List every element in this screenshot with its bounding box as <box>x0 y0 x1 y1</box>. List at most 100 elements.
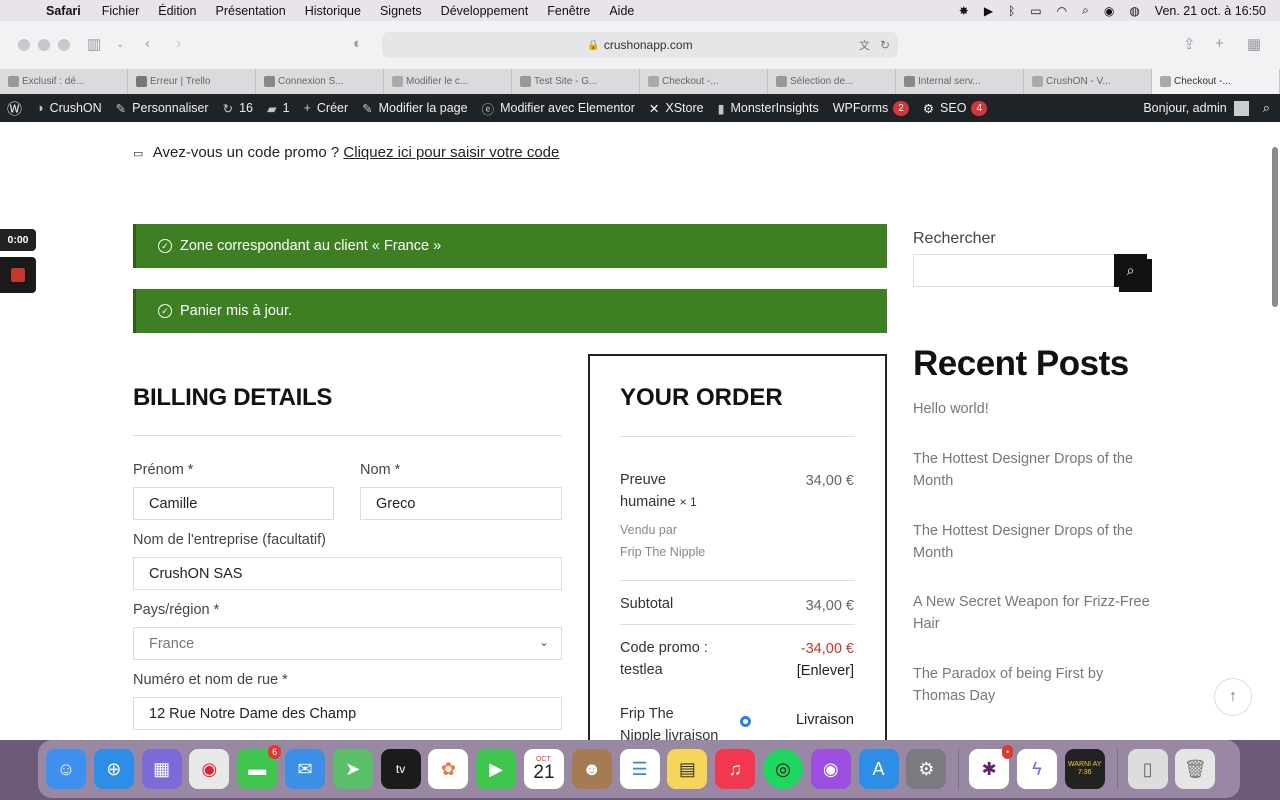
recent-post-link[interactable]: The Hottest Designer Drops of the Month <box>913 520 1153 564</box>
wp-monsterinsights[interactable]: ▮ MonsterInsights <box>718 101 819 116</box>
recent-post-link[interactable]: Hello world! <box>913 398 1153 420</box>
wp-account-greeting[interactable]: Bonjour, admin <box>1143 101 1226 115</box>
notes-icon[interactable]: ▤ <box>667 749 708 789</box>
firstname-field[interactable]: Camille <box>133 487 334 520</box>
tab-item-active[interactable]: Checkout -... <box>1152 69 1280 94</box>
menu-fenetre[interactable]: Fenêtre <box>547 4 590 18</box>
spotlight-search-icon[interactable]: ⌕ <box>1082 3 1089 18</box>
vendor-name[interactable]: Frip The Nipple <box>620 545 705 559</box>
tab-item[interactable]: Connexion S... <box>256 69 384 94</box>
facetime-icon[interactable]: ▶ <box>476 749 517 789</box>
recent-post-link[interactable]: The Paradox of being First by Thomas Day <box>913 663 1153 707</box>
back-arrow-icon[interactable]: ‹ <box>145 35 150 52</box>
podcasts-icon[interactable]: ◉ <box>810 749 851 789</box>
wp-seo[interactable]: ⚙ SEO 4 <box>923 100 988 116</box>
page-scrollbar[interactable] <box>1270 122 1280 740</box>
maps-icon[interactable]: ➤ <box>332 749 373 789</box>
privacy-shield-icon[interactable]: ◐ <box>353 35 362 52</box>
menu-fichier[interactable]: Fichier <box>102 4 140 18</box>
menu-signets[interactable]: Signets <box>380 4 422 18</box>
reminders-icon[interactable]: ☰ <box>619 749 660 789</box>
search-input[interactable] <box>913 254 1115 287</box>
share-icon[interactable]: ⇪ <box>1183 35 1196 53</box>
menu-edition[interactable]: Édition <box>158 4 196 18</box>
control-center-icon[interactable]: ◉ <box>1104 4 1114 18</box>
wp-new-content[interactable]: + Créer <box>304 101 349 115</box>
system-preferences-icon[interactable]: ⚙ <box>906 749 947 789</box>
sidebar-chevron-icon[interactable]: ⌄ <box>116 39 124 50</box>
remove-coupon-link[interactable]: [Enlever] <box>797 663 854 679</box>
trash-icon[interactable]: 🗑 <box>1175 749 1216 789</box>
slack-icon[interactable]: ✱ • <box>969 745 1014 789</box>
country-select[interactable]: France ⌄ <box>133 627 562 660</box>
chrome-icon[interactable]: ◉ <box>189 749 230 789</box>
mail-icon[interactable]: ✉ <box>284 749 325 789</box>
siri-icon[interactable]: ◍ <box>1129 4 1139 18</box>
tab-item[interactable]: Modifier le c... <box>384 69 512 94</box>
gear-status-icon[interactable]: ✸ <box>959 4 969 18</box>
shipping-option[interactable]: Livraison <box>796 712 854 728</box>
minimize-window-button[interactable] <box>38 39 50 51</box>
avatar[interactable] <box>1233 100 1249 116</box>
messenger-icon[interactable]: ϟ <box>1016 749 1057 789</box>
tab-overview-icon[interactable]: ▦ <box>1247 35 1261 53</box>
back-to-top-button[interactable]: ↑ <box>1214 678 1252 716</box>
translate-icon[interactable]: 文 <box>859 37 870 53</box>
close-window-button[interactable] <box>18 39 30 51</box>
street-field[interactable]: 12 Rue Notre Dame des Champ <box>133 697 562 730</box>
play-status-icon[interactable]: ▶ <box>984 4 993 18</box>
wp-wpforms[interactable]: WPForms 2 <box>833 100 909 116</box>
bluetooth-icon[interactable]: ᛒ <box>1008 4 1015 18</box>
tab-item[interactable]: Erreur | Trello <box>128 69 256 94</box>
menu-app-name[interactable]: Safari <box>46 4 81 18</box>
tab-item[interactable]: Sélection de... <box>768 69 896 94</box>
battery-icon[interactable]: ▭ <box>1030 4 1041 18</box>
recording-stop-button[interactable] <box>0 257 36 293</box>
lastname-field[interactable]: Greco <box>360 487 562 520</box>
shipping-radio[interactable] <box>740 716 751 727</box>
messages-icon[interactable]: ▬ 6 <box>237 745 282 789</box>
forward-arrow-icon[interactable]: › <box>176 35 181 52</box>
new-tab-icon[interactable]: + <box>1215 35 1224 52</box>
search-button[interactable]: ⌕ <box>1114 254 1147 287</box>
menu-aide[interactable]: Aide <box>609 4 634 18</box>
menu-historique[interactable]: Historique <box>305 4 361 18</box>
wordpress-logo-icon[interactable]: Ⓦ <box>7 98 22 119</box>
menubar-datetime[interactable]: Ven. 21 oct. à 16:50 <box>1155 4 1266 18</box>
music-icon[interactable]: ♫ <box>715 749 756 789</box>
app-store-icon[interactable]: A <box>858 749 899 789</box>
tab-item[interactable]: CrushON - V... <box>1024 69 1152 94</box>
sidebar-toggle-icon[interactable]: ▥ <box>87 35 101 53</box>
wp-edit-page[interactable]: ✎ Modifier la page <box>362 101 467 116</box>
safari-icon[interactable]: ⊕ <box>93 749 134 789</box>
company-field[interactable]: CrushON SAS <box>133 557 562 590</box>
reload-icon[interactable]: ↻ <box>880 38 890 52</box>
tab-item[interactable]: Exclusif : dé... <box>0 69 128 94</box>
calendar-icon[interactable]: OCT. 21 <box>523 749 564 789</box>
menu-developpement[interactable]: Développement <box>441 4 529 18</box>
launchpad-icon[interactable]: ▦ <box>141 749 182 789</box>
contacts-icon[interactable]: ☻ <box>571 749 612 789</box>
scrollbar-thumb[interactable] <box>1272 147 1278 307</box>
wp-comments[interactable]: ▰ 1 <box>267 101 290 116</box>
console-icon[interactable]: WARNI AY 7:36 <box>1064 749 1105 789</box>
address-bar[interactable]: 🔒 crushonapp.com 文 ↻ <box>382 32 898 58</box>
zoom-window-button[interactable] <box>58 39 70 51</box>
wp-site-name[interactable]: ◑ CrushON <box>36 101 102 115</box>
recent-post-link[interactable]: The Hottest Designer Drops of the Month <box>913 448 1153 492</box>
wp-edit-elementor[interactable]: ⓔ Modifier avec Elementor <box>482 99 635 118</box>
wp-xstore[interactable]: ✕ XStore <box>649 101 704 116</box>
wp-search-icon[interactable]: ⌕ <box>1263 100 1270 116</box>
spotify-icon[interactable]: ◎ <box>762 749 803 789</box>
promo-link[interactable]: Cliquez ici pour saisir votre code <box>343 144 559 161</box>
apple-tv-icon[interactable]: tv <box>380 749 421 789</box>
tab-item[interactable]: Test Site - G... <box>512 69 640 94</box>
menu-presentation[interactable]: Présentation <box>216 4 286 18</box>
tab-item[interactable]: Checkout -... <box>640 69 768 94</box>
finder-icon[interactable]: ☺ <box>46 749 86 789</box>
tab-item[interactable]: Internal serv... <box>896 69 1024 94</box>
photos-icon[interactable]: ✿ <box>428 749 469 789</box>
wp-updates[interactable]: ↻ 16 <box>223 101 253 116</box>
wp-customize[interactable]: ✎ Personnaliser <box>116 101 209 116</box>
recent-post-link[interactable]: A New Secret Weapon for Frizz-Free Hair <box>913 591 1153 635</box>
